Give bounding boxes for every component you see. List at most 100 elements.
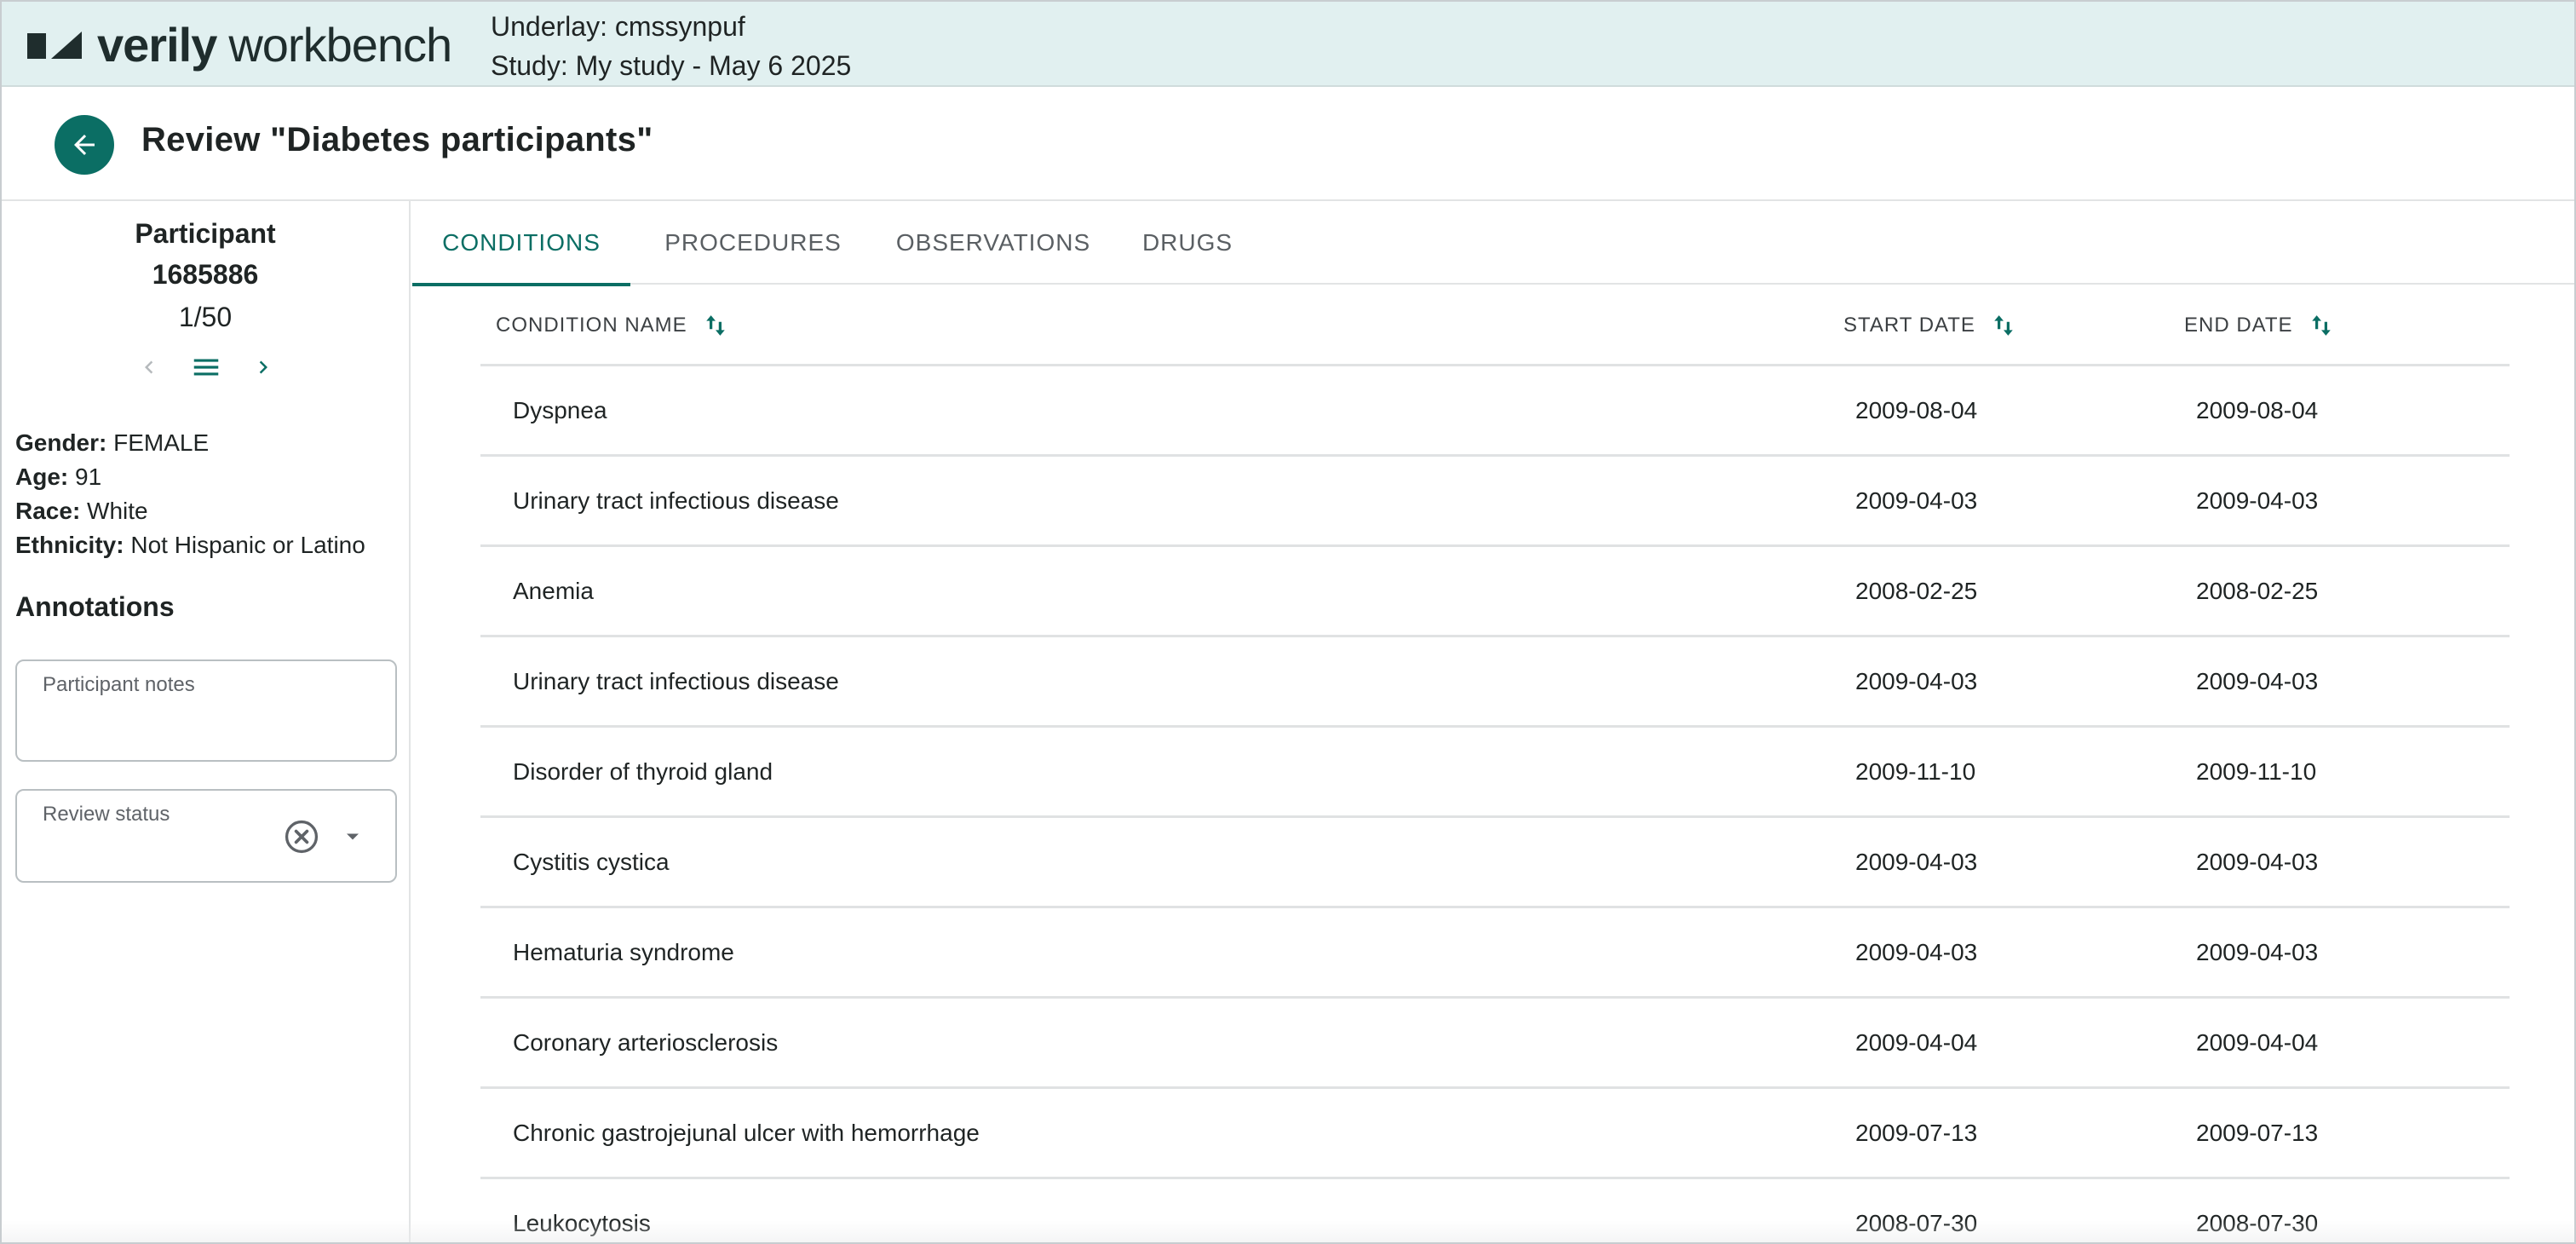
verily-workbench-logo[interactable]: verily workbench xyxy=(27,18,452,72)
condition-name-cell: Dyspnea xyxy=(513,397,607,423)
app-window: verily workbench Underlay: cmssynpuf Stud… xyxy=(0,0,2576,1244)
condition-name-cell: Hematuria syndrome xyxy=(513,939,734,965)
table-row[interactable]: Urinary tract infectious disease 2009-04-… xyxy=(480,637,2510,728)
participant-label: Participant xyxy=(135,218,276,249)
conditions-table: CONDITION NAME START DATE END DATE Dyspn… xyxy=(480,285,2510,1242)
end-date-header[interactable]: END DATE xyxy=(2184,314,2332,337)
end-date-cell: 2009-11-10 xyxy=(2196,758,2317,785)
table-row[interactable]: Coronary arteriosclerosis 2009-04-04 2009-… xyxy=(480,999,2510,1089)
chevron-right-icon xyxy=(259,360,267,374)
start-date-cell: 2009-04-03 xyxy=(1855,849,1978,875)
start-date-cell: 2009-07-13 xyxy=(1855,1120,1978,1146)
end-date-cell: 2008-07-30 xyxy=(2196,1210,2319,1236)
condition-name-cell: Urinary tract infectious disease xyxy=(513,487,839,514)
condition-name-cell: Chronic gastrojejunal ulcer with hemorrh… xyxy=(513,1120,980,1146)
condition-name-cell: Leukocytosis xyxy=(513,1210,651,1236)
end-date-cell: 2008-02-25 xyxy=(2196,578,2319,604)
column-header-label: END DATE xyxy=(2184,314,2293,337)
condition-name-cell: Anemia xyxy=(513,578,594,604)
demographic-age: Age: 91 xyxy=(15,460,365,494)
table-body: Dyspnea 2009-08-04 2009-08-04 Urinary tract… xyxy=(480,366,2510,1242)
demographic-key: Ethnicity: xyxy=(15,532,124,558)
participant-navigation xyxy=(129,348,283,387)
tab-drugs[interactable]: DRUGS xyxy=(1136,201,1239,285)
end-date-cell: 2009-04-04 xyxy=(2196,1029,2319,1056)
brand-light: workbench xyxy=(228,18,452,72)
brand-name: verily workbench xyxy=(97,18,452,72)
demographic-gender: Gender: FEMALE xyxy=(15,426,365,460)
chevron-left-icon xyxy=(145,360,153,374)
start-date-cell: 2009-04-03 xyxy=(1855,668,1978,694)
column-header-label: START DATE xyxy=(1843,314,1975,337)
table-row[interactable]: Hematuria syndrome 2009-04-03 2009-04-03 xyxy=(480,908,2510,999)
menu-icon xyxy=(193,359,219,376)
sort-icon[interactable] xyxy=(704,314,727,337)
participant-notes-field[interactable]: Participant notes xyxy=(15,659,397,762)
next-participant-button[interactable] xyxy=(244,348,283,387)
annotations-title: Annotations xyxy=(15,591,175,622)
previous-participant-button[interactable] xyxy=(129,348,169,387)
table-row[interactable]: Anemia 2008-02-25 2008-02-25 xyxy=(480,547,2510,637)
sort-icon[interactable] xyxy=(2310,314,2332,337)
start-date-cell: 2009-04-04 xyxy=(1855,1029,1978,1056)
table-row[interactable]: Urinary tract infectious disease 2009-04-… xyxy=(480,457,2510,547)
participant-position: 1/50 xyxy=(178,302,233,332)
participant-list-button[interactable] xyxy=(187,348,226,387)
condition-name-cell: Coronary arteriosclerosis xyxy=(513,1029,779,1056)
demographic-value: 91 xyxy=(75,464,102,490)
review-status-label: Review status xyxy=(43,803,170,826)
participant-panel: Participant 1685886 1/50 Gender: FEMALE xyxy=(2,201,411,1242)
dropdown-arrow-icon[interactable] xyxy=(341,825,365,849)
condition-name-cell: Cystitis cystica xyxy=(513,849,670,875)
brand-bold: verily xyxy=(97,18,217,72)
end-date-cell: 2009-04-03 xyxy=(2196,668,2319,694)
table-row[interactable]: Cystitis cystica 2009-04-03 2009-04-03 xyxy=(480,818,2510,908)
back-button[interactable] xyxy=(55,115,114,175)
verily-logo-icon xyxy=(27,32,82,59)
start-date-cell: 2008-02-25 xyxy=(1855,578,1978,604)
clear-icon[interactable] xyxy=(283,818,320,855)
end-date-cell: 2009-04-03 xyxy=(2196,849,2319,875)
condition-name-cell: Urinary tract infectious disease xyxy=(513,668,839,694)
table-row[interactable]: Disorder of thyroid gland 2009-11-10 2009-… xyxy=(480,728,2510,818)
demographic-key: Gender: xyxy=(15,429,107,456)
table-row[interactable]: Leukocytosis 2008-07-30 2008-07-30 xyxy=(480,1179,2510,1242)
entity-tabs: CONDITIONS PROCEDURES OBSERVATIONS DRUGS xyxy=(412,201,2574,286)
demographic-key: Race: xyxy=(15,498,81,524)
end-date-cell: 2009-04-03 xyxy=(2196,939,2319,965)
table-row[interactable]: Dyspnea 2009-08-04 2009-08-04 xyxy=(480,366,2510,457)
demographic-value: Not Hispanic or Latino xyxy=(130,532,365,558)
top-banner: verily workbench Underlay: cmssynpuf Stud… xyxy=(2,2,2574,87)
column-header-label: CONDITION NAME xyxy=(496,314,687,337)
condition-name-cell: Disorder of thyroid gland xyxy=(513,758,773,785)
demographic-ethnicity: Ethnicity: Not Hispanic or Latino xyxy=(15,528,365,562)
tab-observations[interactable]: OBSERVATIONS xyxy=(883,201,1104,285)
start-date-cell: 2009-04-03 xyxy=(1855,939,1978,965)
demographic-value: White xyxy=(87,498,148,524)
arrow-left-icon xyxy=(74,135,95,155)
start-date-cell: 2009-08-04 xyxy=(1855,397,1978,423)
start-date-cell: 2009-04-03 xyxy=(1855,487,1978,514)
demographic-value: FEMALE xyxy=(113,429,210,456)
study-label: Study: My study - May 6 2025 xyxy=(491,50,852,81)
start-date-header[interactable]: START DATE xyxy=(1843,314,2015,337)
review-status-select[interactable]: Review status xyxy=(15,789,397,883)
participant-notes-label: Participant notes xyxy=(43,673,195,696)
study-info: Underlay: cmssynpuf Study: My study - Ma… xyxy=(491,7,851,85)
underlay-label: Underlay: cmssynpuf xyxy=(491,11,745,42)
sort-icon[interactable] xyxy=(1992,314,2015,337)
participant-id: 1685886 xyxy=(152,259,259,290)
table-header: CONDITION NAME START DATE END DATE xyxy=(480,285,2510,366)
demographic-key: Age: xyxy=(15,464,69,490)
demographic-race: Race: White xyxy=(15,494,365,528)
start-date-cell: 2009-11-10 xyxy=(1855,758,1976,785)
condition-name-header[interactable]: CONDITION NAME xyxy=(496,314,727,337)
tab-procedures[interactable]: PROCEDURES xyxy=(659,201,847,285)
end-date-cell: 2009-08-04 xyxy=(2196,397,2319,423)
end-date-cell: 2009-07-13 xyxy=(2196,1120,2319,1146)
page-header: Review "Diabetes participants" xyxy=(2,87,2574,201)
tab-conditions[interactable]: CONDITIONS xyxy=(412,201,630,286)
table-row[interactable]: Chronic gastrojejunal ulcer with hemorrh… xyxy=(480,1089,2510,1179)
start-date-cell: 2008-07-30 xyxy=(1855,1210,1978,1236)
participant-demographics: Gender: FEMALE Age: 91 Race: White Ethni… xyxy=(15,426,365,562)
